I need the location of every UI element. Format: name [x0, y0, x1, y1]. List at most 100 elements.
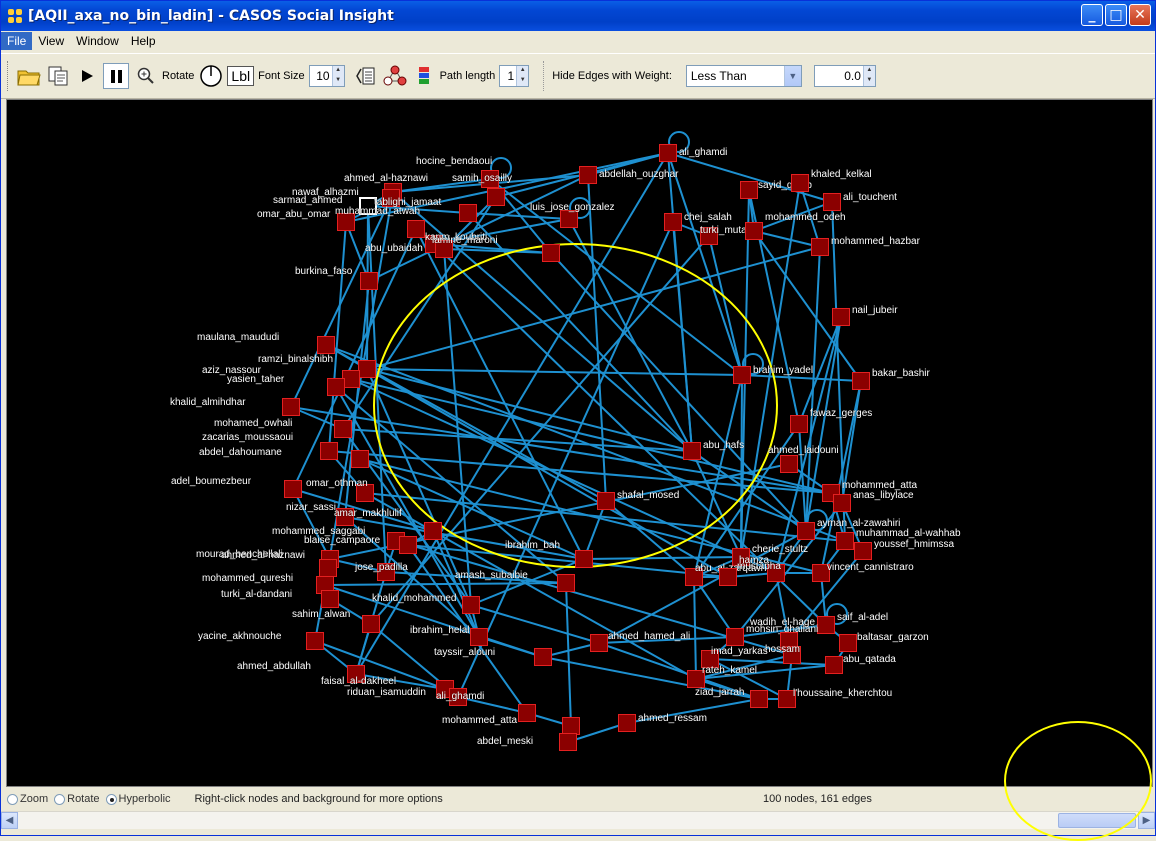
graph-edge — [568, 218, 693, 452]
node-marker[interactable] — [817, 616, 835, 634]
zoom-radio[interactable]: Zoom — [7, 793, 48, 805]
node-marker[interactable] — [825, 656, 843, 674]
path-length-spinner[interactable]: ▲▼ — [499, 65, 530, 87]
spin-down-icon[interactable]: ▼ — [332, 76, 344, 86]
spin-down-icon[interactable]: ▼ — [517, 76, 529, 86]
menu-file[interactable]: File — [1, 32, 33, 50]
weight-condition-select[interactable]: Less Than ▼ — [685, 65, 802, 87]
node-marker[interactable] — [590, 634, 608, 652]
node-marker[interactable] — [462, 596, 480, 614]
label-toggle-button[interactable]: Lbl — [227, 66, 255, 86]
zoom-icon[interactable] — [133, 63, 159, 89]
node-marker[interactable] — [740, 181, 758, 199]
node-marker[interactable] — [317, 336, 335, 354]
node-marker[interactable] — [854, 542, 872, 560]
weight-input[interactable] — [814, 69, 863, 83]
node-marker[interactable] — [823, 193, 841, 211]
node-marker[interactable] — [839, 634, 857, 652]
rotate-radio[interactable]: Rotate — [54, 793, 100, 805]
node-marker[interactable] — [284, 480, 302, 498]
chevron-down-icon[interactable]: ▼ — [783, 66, 801, 86]
font-size-input[interactable] — [309, 69, 332, 83]
node-marker[interactable] — [362, 615, 380, 633]
spin-down-icon[interactable]: ▼ — [863, 76, 875, 86]
node-marker[interactable] — [559, 733, 577, 751]
node-marker[interactable] — [597, 492, 615, 510]
node-marker[interactable] — [852, 372, 870, 390]
node-marker[interactable] — [750, 690, 768, 708]
node-marker[interactable] — [321, 590, 339, 608]
hyperbolic-radio[interactable]: Hyperbolic — [105, 793, 171, 805]
node-marker[interactable] — [518, 704, 536, 722]
node-marker[interactable] — [791, 174, 809, 192]
node-marker[interactable] — [358, 360, 376, 378]
node-marker[interactable] — [618, 714, 636, 732]
pause-button[interactable] — [103, 63, 129, 89]
node-marker[interactable] — [575, 550, 593, 568]
graph-edge — [583, 556, 742, 560]
node-marker[interactable] — [797, 522, 815, 540]
node-marker[interactable] — [832, 308, 850, 326]
open-folder-icon[interactable] — [16, 63, 42, 89]
title-bar[interactable]: [AQII_axa_no_bin_ladin] - CASOS Social I… — [1, 1, 1155, 31]
scroll-left-icon[interactable]: ◀ — [1, 812, 18, 829]
node-marker[interactable] — [790, 415, 808, 433]
color-legend-icon[interactable] — [411, 63, 437, 89]
node-marker[interactable] — [407, 220, 425, 238]
node-marker[interactable] — [745, 222, 763, 240]
spin-up-icon[interactable]: ▲ — [517, 66, 529, 76]
node-marker[interactable] — [360, 272, 378, 290]
node-marker[interactable] — [836, 532, 854, 550]
graph-edge — [672, 221, 693, 452]
node-marker[interactable] — [542, 244, 560, 262]
node-marker[interactable] — [557, 574, 575, 592]
node-marker[interactable] — [327, 378, 345, 396]
node-marker[interactable] — [459, 204, 477, 222]
copy-icon[interactable] — [45, 63, 71, 89]
spin-up-icon[interactable]: ▲ — [863, 66, 875, 76]
network-icon[interactable] — [382, 63, 408, 89]
node-label: nail_jubeir — [852, 305, 898, 316]
network-canvas[interactable]: ali_ghamdi abdellah_ouzghar hocine_bendaou… — [6, 99, 1153, 787]
node-marker[interactable] — [664, 213, 682, 231]
minimize-button[interactable]: _ — [1081, 4, 1103, 26]
menu-window[interactable]: Window — [70, 32, 125, 50]
node-marker[interactable] — [726, 628, 744, 646]
node-marker[interactable] — [306, 632, 324, 650]
node-marker[interactable] — [534, 648, 552, 666]
node-marker[interactable] — [351, 450, 369, 468]
node-marker[interactable] — [424, 522, 442, 540]
path-length-input[interactable] — [500, 69, 517, 83]
play-icon[interactable] — [74, 63, 100, 89]
node-marker[interactable] — [683, 442, 701, 460]
layout-icon[interactable] — [353, 63, 379, 89]
node-marker[interactable] — [659, 144, 677, 162]
scroll-thumb[interactable] — [1058, 812, 1136, 828]
toolbar-grip[interactable] — [7, 61, 10, 91]
maximize-button[interactable]: □ — [1105, 4, 1127, 26]
node-marker[interactable] — [733, 366, 751, 384]
node-marker[interactable] — [579, 166, 597, 184]
weight-spinner[interactable]: ▲▼ — [813, 65, 876, 87]
menu-help[interactable]: Help — [125, 32, 162, 50]
node-marker[interactable] — [320, 442, 338, 460]
node-marker[interactable] — [780, 455, 798, 473]
node-marker[interactable] — [334, 420, 352, 438]
node-marker[interactable] — [319, 559, 337, 577]
horizontal-scrollbar[interactable]: ◀ ▶ — [1, 811, 1155, 829]
node-marker[interactable] — [282, 398, 300, 416]
spin-up-icon[interactable]: ▲ — [332, 66, 344, 76]
menu-view[interactable]: View — [32, 32, 70, 50]
scroll-right-icon[interactable]: ▶ — [1138, 812, 1155, 829]
node-marker[interactable] — [719, 568, 737, 586]
scroll-track[interactable] — [18, 812, 1138, 829]
rotate-dial-icon[interactable] — [198, 63, 224, 89]
node-marker[interactable] — [399, 536, 417, 554]
node-marker[interactable] — [487, 188, 505, 206]
node-marker[interactable] — [833, 494, 851, 512]
node-label: chej_salah — [684, 212, 732, 223]
font-size-spinner[interactable]: ▲▼ — [308, 65, 345, 87]
close-button[interactable]: ✕ — [1129, 4, 1151, 26]
node-marker[interactable] — [811, 238, 829, 256]
node-marker[interactable] — [470, 628, 488, 646]
